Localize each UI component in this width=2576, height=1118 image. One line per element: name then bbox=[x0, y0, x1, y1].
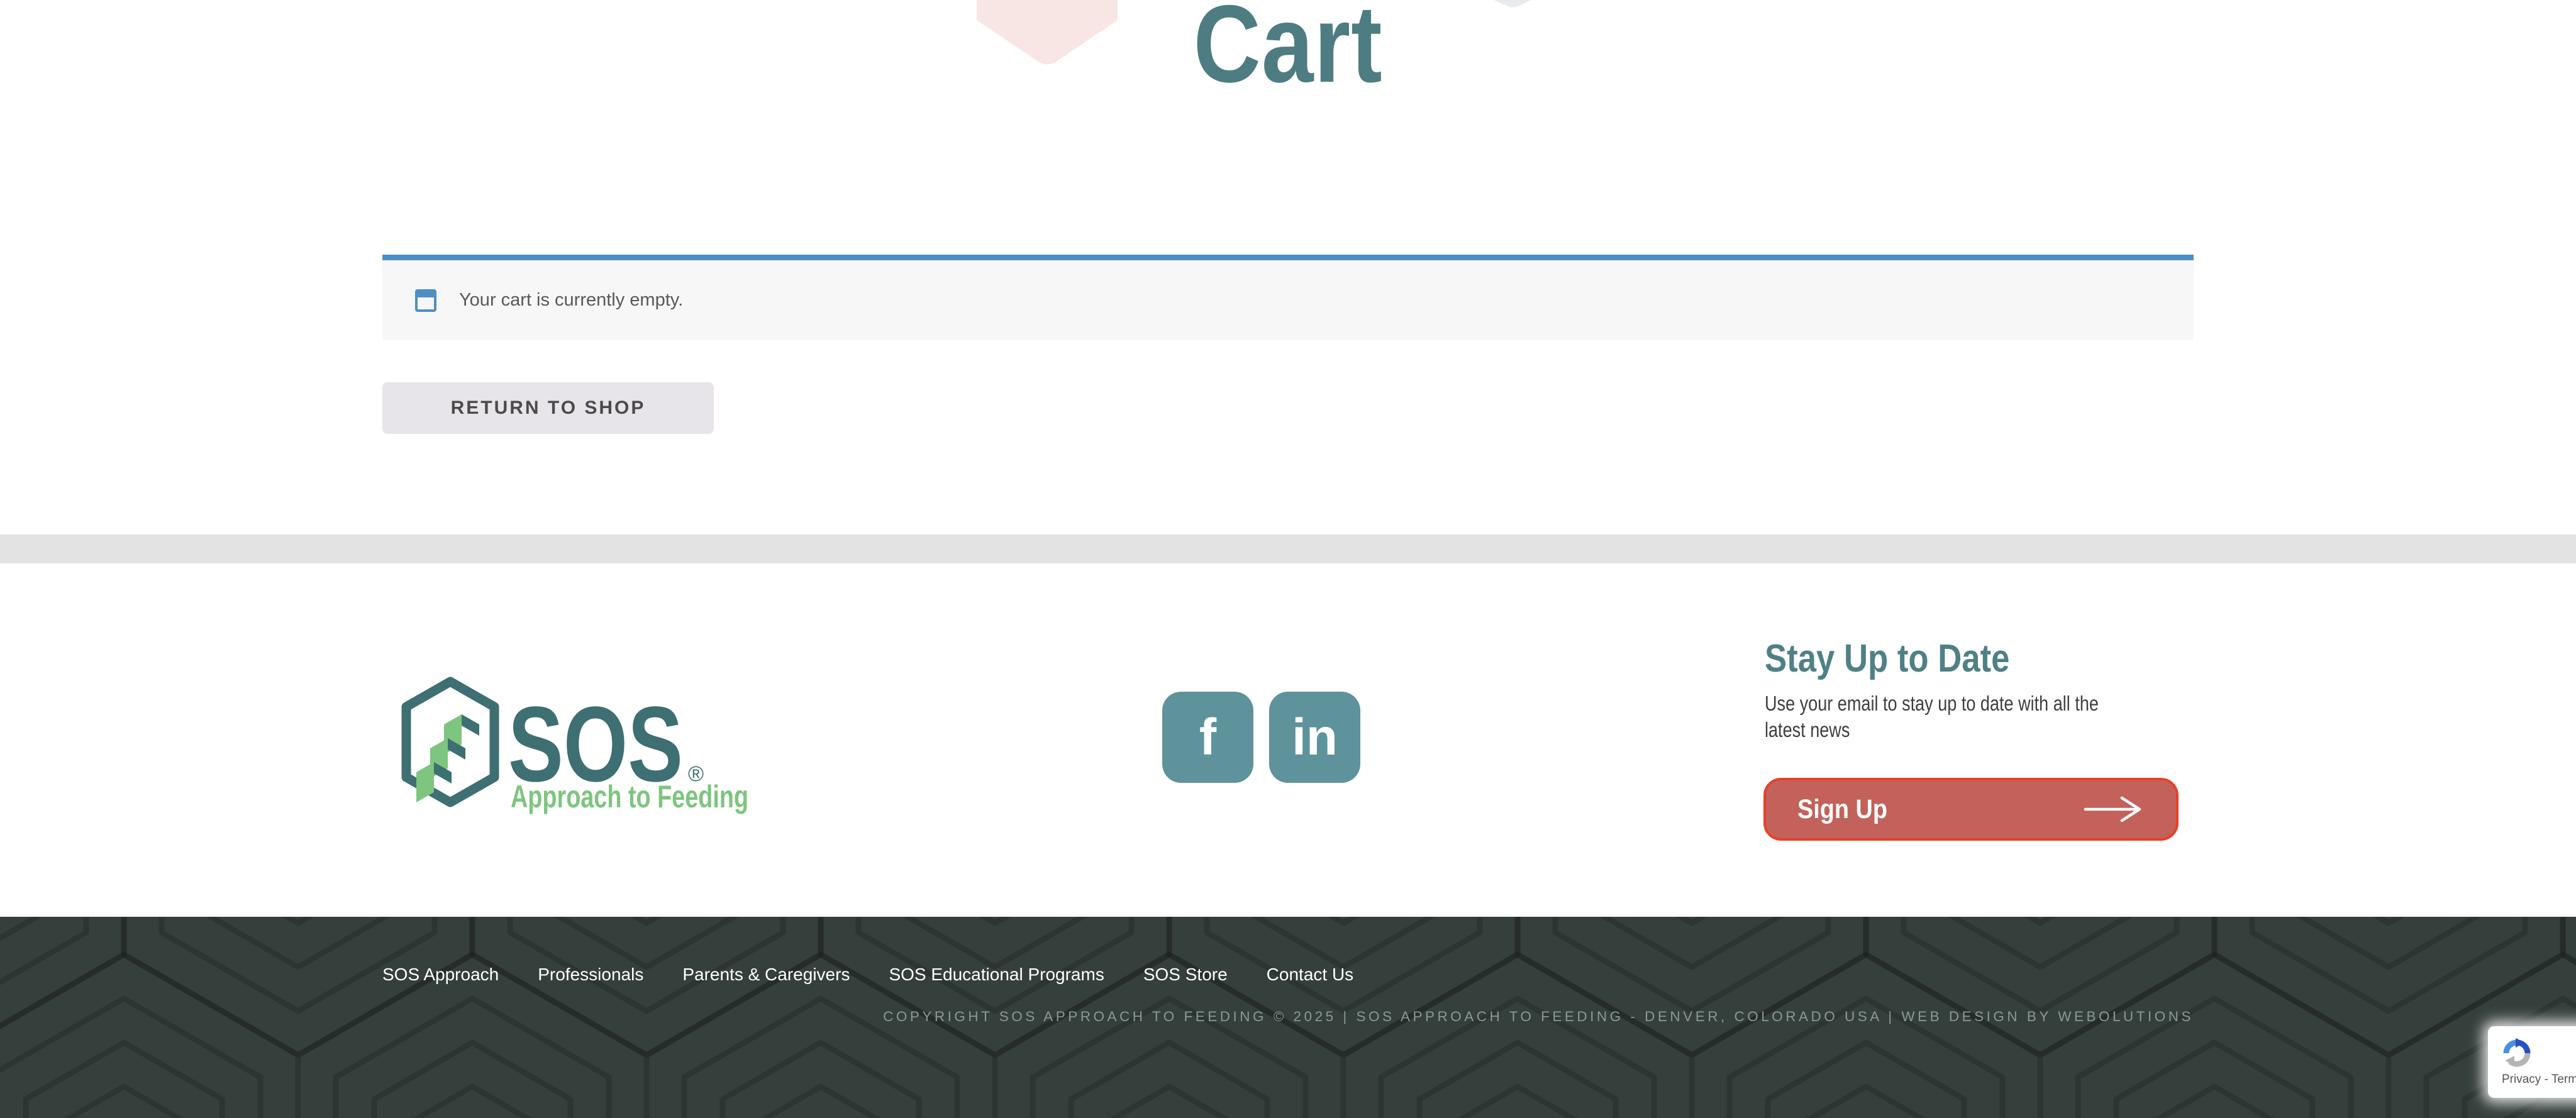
footer-link-sos-store[interactable]: SOS Store bbox=[1143, 965, 1228, 985]
recaptcha-badge[interactable]: Privacy - Terms bbox=[2488, 1026, 2576, 1098]
footer-link-contact-us[interactable]: Contact Us bbox=[1267, 965, 1354, 985]
footer-link-parents-caregivers[interactable]: Parents & Caregivers bbox=[682, 965, 850, 985]
section-divider bbox=[0, 534, 2576, 563]
signup-button[interactable]: Sign Up bbox=[1763, 778, 2179, 841]
footer-nav: SOS Approach Professionals Parents & Car… bbox=[382, 965, 1353, 985]
newsletter-heading: Stay Up to Date bbox=[1765, 636, 2009, 681]
footer-link-sos-approach[interactable]: SOS Approach bbox=[382, 965, 499, 985]
decorative-pentagon-blue bbox=[1478, 0, 1547, 9]
decorative-pentagon-pink bbox=[977, 0, 1118, 72]
cart-document-icon bbox=[415, 289, 436, 312]
page-title: Cart bbox=[1194, 0, 1383, 108]
arrow-right-icon bbox=[2082, 794, 2145, 824]
sos-logo[interactable]: SOS ® Approach to Feeding bbox=[401, 674, 753, 819]
return-to-shop-button[interactable]: RETURN TO SHOP bbox=[382, 382, 714, 434]
recaptcha-privacy-terms[interactable]: Privacy - Terms bbox=[2502, 1073, 2576, 1087]
cart-empty-notice: Your cart is currently empty. bbox=[382, 255, 2194, 340]
facebook-link[interactable]: f bbox=[1162, 692, 1253, 783]
linkedin-link[interactable]: in bbox=[1269, 692, 1360, 783]
cart-page: Cart Your cart is currently empty. RETUR… bbox=[0, 0, 2576, 1118]
linkedin-icon: in bbox=[1292, 712, 1338, 763]
copyright-text: COPYRIGHT SOS APPROACH TO FEEDING © 2025… bbox=[883, 1009, 2194, 1025]
logo-tagline: Approach to Feeding bbox=[511, 779, 748, 814]
footer-link-educational-programs[interactable]: SOS Educational Programs bbox=[889, 965, 1104, 985]
cart-empty-message: Your cart is currently empty. bbox=[459, 290, 683, 311]
newsletter-description: Use your email to stay up to date with a… bbox=[1765, 690, 2131, 743]
recaptcha-icon bbox=[2502, 1038, 2532, 1068]
sos-hexagon-stairs-icon bbox=[406, 682, 494, 802]
facebook-icon: f bbox=[1199, 712, 1216, 763]
footer-link-professionals[interactable]: Professionals bbox=[538, 965, 643, 985]
signup-button-label: Sign Up bbox=[1797, 794, 1887, 825]
